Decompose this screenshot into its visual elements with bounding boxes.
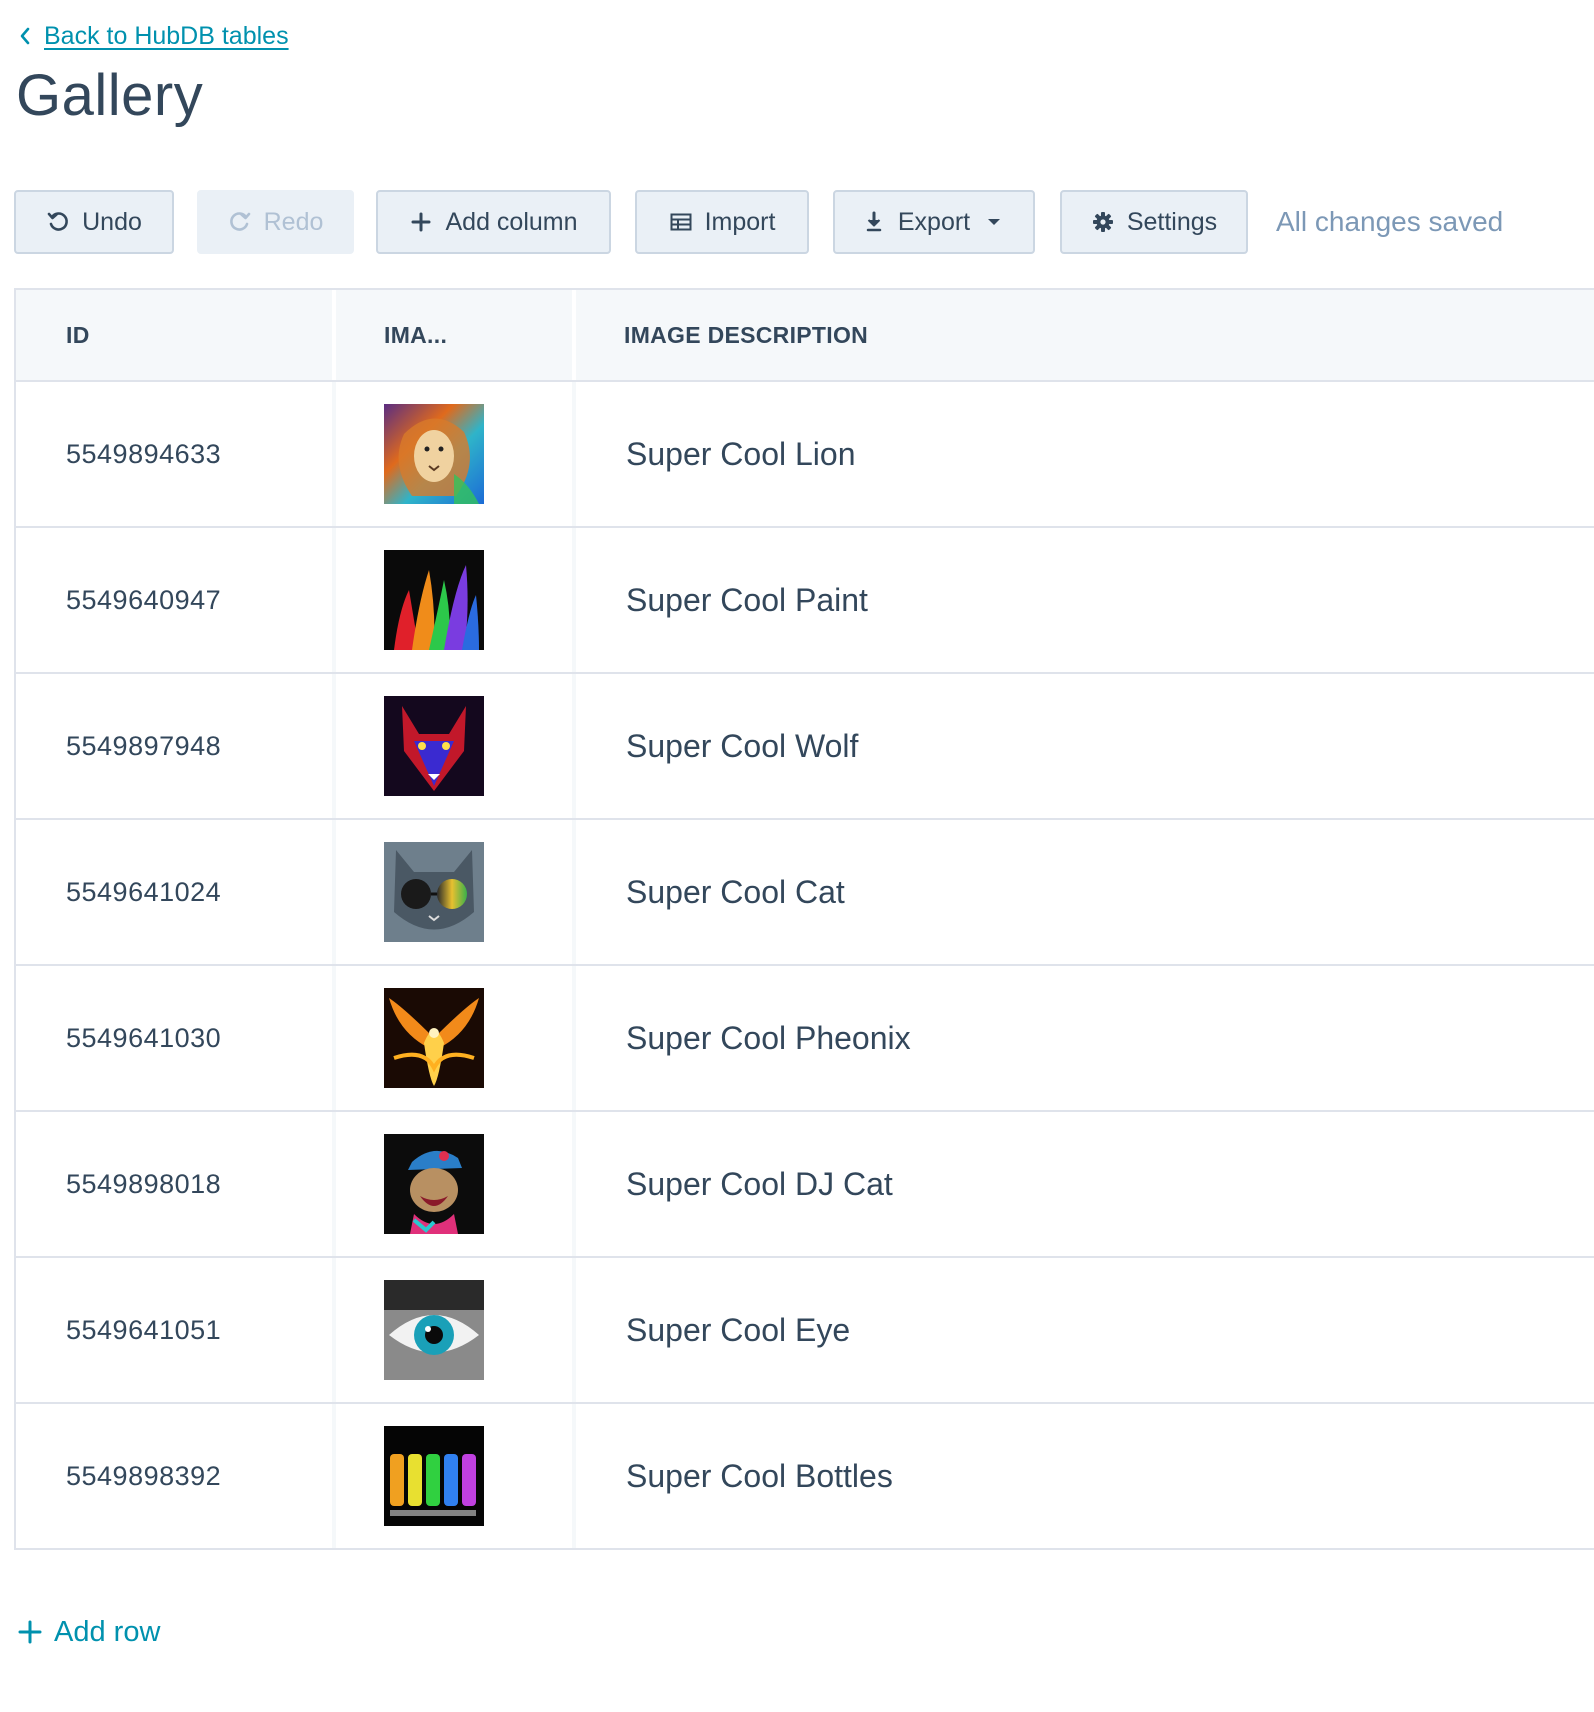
row-image-cell[interactable] <box>336 1404 576 1548</box>
row-description-cell[interactable]: Super Cool Lion <box>576 382 1594 526</box>
settings-button[interactable]: Settings <box>1060 190 1248 254</box>
row-image-cell[interactable] <box>336 1258 576 1402</box>
import-label: Import <box>704 207 776 236</box>
lion-image-icon <box>384 404 484 504</box>
row-description-cell[interactable]: Super Cool Pheonix <box>576 966 1594 1110</box>
table-row[interactable]: 5549641024 Super Cool Cat <box>16 820 1594 966</box>
phoenix-image-icon <box>384 988 484 1088</box>
redo-icon <box>228 210 252 234</box>
row-image-cell[interactable] <box>336 674 576 818</box>
chevron-left-icon <box>18 26 32 46</box>
table-row[interactable]: 5549898018 Super Cool DJ Cat <box>16 1112 1594 1258</box>
table-row[interactable]: 5549641030 Super Cool Pheonix <box>16 966 1594 1112</box>
gear-icon <box>1091 210 1115 234</box>
back-to-tables-link[interactable]: Back to HubDB tables <box>18 20 289 52</box>
table-row[interactable]: 5549898392 Super Cool Bottles <box>16 1404 1594 1550</box>
column-header-image-description[interactable]: IMAGE DESCRIPTION <box>576 290 1594 380</box>
dj-cat-image-icon <box>384 1134 484 1234</box>
plus-icon <box>18 1620 42 1644</box>
undo-button[interactable]: Undo <box>14 190 174 254</box>
hubdb-table: ID IMA... IMAGE DESCRIPTION 5549894633 S… <box>14 288 1594 1550</box>
row-description-cell[interactable]: Super Cool Cat <box>576 820 1594 964</box>
row-id-cell[interactable]: 5549898018 <box>16 1112 336 1256</box>
paint-image-icon <box>384 550 484 650</box>
row-image-cell[interactable] <box>336 382 576 526</box>
save-status: All changes saved <box>1276 206 1504 237</box>
add-row-label: Add row <box>54 1615 161 1648</box>
add-column-label: Add column <box>445 207 578 236</box>
eye-image-icon <box>384 1280 484 1380</box>
row-image-cell[interactable] <box>336 820 576 964</box>
row-id-cell[interactable]: 5549641024 <box>16 820 336 964</box>
row-id-cell[interactable]: 5549898392 <box>16 1404 336 1548</box>
row-id-cell[interactable]: 5549897948 <box>16 674 336 818</box>
row-id-cell[interactable]: 5549894633 <box>16 382 336 526</box>
page-title: Gallery <box>16 63 204 128</box>
table-row[interactable]: 5549641051 Super Cool Eye <box>16 1258 1594 1404</box>
column-header-image[interactable]: IMA... <box>336 290 576 380</box>
download-icon <box>862 210 886 234</box>
wolf-image-icon <box>384 696 484 796</box>
row-description-cell[interactable]: Super Cool Wolf <box>576 674 1594 818</box>
row-id-cell[interactable]: 5549641051 <box>16 1258 336 1402</box>
undo-icon <box>46 210 70 234</box>
cat-image-icon <box>384 842 484 942</box>
settings-label: Settings <box>1126 207 1218 236</box>
row-description-cell[interactable]: Super Cool Eye <box>576 1258 1594 1402</box>
back-link-label: Back to HubDB tables <box>44 21 289 50</box>
row-description-cell[interactable]: Super Cool DJ Cat <box>576 1112 1594 1256</box>
table-row[interactable]: 5549897948 Super Cool Wolf <box>16 674 1594 820</box>
column-header-id[interactable]: ID <box>16 290 336 380</box>
export-button[interactable]: Export <box>833 190 1035 254</box>
add-column-button[interactable]: Add column <box>376 190 611 254</box>
row-image-cell[interactable] <box>336 528 576 672</box>
row-description-cell[interactable]: Super Cool Paint <box>576 528 1594 672</box>
table-row[interactable]: 5549640947 Super Cool Paint <box>16 528 1594 674</box>
row-image-cell[interactable] <box>336 966 576 1110</box>
table-grid-icon <box>669 210 693 234</box>
plus-icon <box>409 210 433 234</box>
toolbar: Undo Redo Add column Import Export Setti… <box>14 190 1574 254</box>
table-header: ID IMA... IMAGE DESCRIPTION <box>16 290 1594 382</box>
row-id-cell[interactable]: 5549640947 <box>16 528 336 672</box>
add-row-button[interactable]: Add row <box>18 1612 160 1652</box>
bottles-image-icon <box>384 1426 484 1526</box>
import-button[interactable]: Import <box>635 190 809 254</box>
row-description-cell[interactable]: Super Cool Bottles <box>576 1404 1594 1548</box>
redo-label: Redo <box>263 207 324 236</box>
export-label: Export <box>897 207 971 236</box>
caret-down-icon <box>982 210 1006 234</box>
row-image-cell[interactable] <box>336 1112 576 1256</box>
row-id-cell[interactable]: 5549641030 <box>16 966 336 1110</box>
redo-button[interactable]: Redo <box>197 190 354 254</box>
undo-label: Undo <box>82 207 142 236</box>
table-row[interactable]: 5549894633 Super Cool Lion <box>16 382 1594 528</box>
